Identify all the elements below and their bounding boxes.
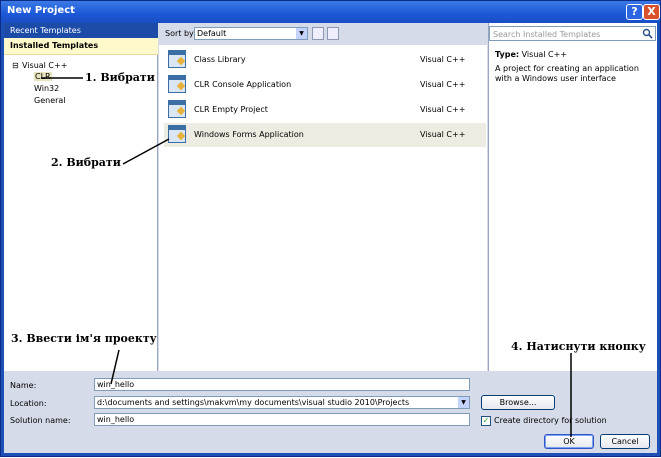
- search-input[interactable]: Search Installed Templates: [489, 26, 656, 41]
- recent-templates-header[interactable]: Recent Templates: [4, 23, 158, 38]
- name-label: Name:: [10, 381, 37, 390]
- template-language: Visual C++: [420, 80, 466, 89]
- sort-toolbar: Sort by: Default ▼: [159, 23, 487, 45]
- template-item-selected[interactable]: Windows Forms Application Visual C++: [164, 123, 486, 147]
- solution-name-field[interactable]: win_hello: [94, 413, 470, 426]
- help-button[interactable]: ?: [626, 4, 643, 20]
- annotation-step3: 3. Ввести ім'я проекту: [11, 332, 157, 345]
- tree-item-general[interactable]: General: [34, 96, 66, 105]
- search-placeholder: Search Installed Templates: [493, 30, 601, 39]
- template-description: A project for creating an application wi…: [495, 64, 639, 83]
- console-app-icon: [168, 75, 186, 93]
- create-directory-label: Create directory for solution: [494, 416, 607, 425]
- search-icon[interactable]: [642, 28, 653, 39]
- browse-button[interactable]: Browse...: [481, 395, 555, 410]
- template-item[interactable]: CLR Empty Project Visual C++: [164, 98, 486, 122]
- template-language: Visual C++: [420, 105, 466, 114]
- annotation-step2: 2. Вибрати: [51, 156, 121, 169]
- chevron-down-icon[interactable]: ▼: [458, 397, 469, 408]
- name-field[interactable]: win_hello: [94, 378, 470, 391]
- windows-forms-icon: [168, 125, 186, 143]
- location-label: Location:: [10, 399, 47, 408]
- sort-label: Sort by:: [165, 29, 196, 38]
- window-title: New Project: [7, 5, 75, 16]
- template-name: CLR Empty Project: [194, 105, 268, 114]
- new-project-dialog: New Project ? X Recent Templates Install…: [0, 0, 661, 457]
- tree-item-clr[interactable]: CLR: [34, 72, 52, 81]
- template-name: Windows Forms Application: [194, 130, 304, 139]
- grid-view-icon[interactable]: [327, 27, 339, 40]
- templates-list-panel: Sort by: Default ▼ Class Library Visual …: [159, 23, 487, 371]
- ok-button[interactable]: OK: [544, 434, 594, 449]
- type-row: Type: Visual C++: [495, 50, 567, 59]
- title-bar: New Project ? X: [1, 1, 660, 23]
- tree-item-win32[interactable]: Win32: [34, 84, 59, 93]
- template-language: Visual C++: [420, 55, 466, 64]
- template-item[interactable]: Class Library Visual C++: [164, 48, 486, 72]
- list-view-icon[interactable]: [312, 27, 324, 40]
- installed-templates-header[interactable]: Installed Templates: [4, 38, 158, 55]
- class-library-icon: [168, 50, 186, 68]
- annotation-step4: 4. Натиснути кнопку: [511, 340, 646, 353]
- template-name: Class Library: [194, 55, 246, 64]
- tree-item-visual-cpp[interactable]: Visual C++: [22, 61, 67, 70]
- annotation-step1: 1. Вибрати: [85, 71, 155, 84]
- sort-value: Default: [197, 29, 227, 38]
- template-details-panel: Search Installed Templates Type: Visual …: [488, 23, 657, 371]
- template-language: Visual C++: [420, 130, 466, 139]
- template-name: CLR Console Application: [194, 80, 292, 89]
- create-directory-checkbox[interactable]: ✓: [481, 416, 491, 426]
- chevron-down-icon[interactable]: ▼: [296, 28, 307, 39]
- collapse-icon[interactable]: ⊟: [12, 61, 19, 70]
- empty-project-icon: [168, 100, 186, 118]
- solution-name-label: Solution name:: [10, 416, 71, 425]
- location-value: d:\documents and settings\makvm\my docum…: [97, 398, 410, 407]
- type-value: Visual C++: [521, 50, 568, 59]
- cancel-button[interactable]: Cancel: [600, 434, 650, 449]
- type-label: Type:: [495, 50, 520, 59]
- close-button[interactable]: X: [643, 4, 660, 20]
- location-field[interactable]: d:\documents and settings\makvm\my docum…: [94, 396, 470, 409]
- sort-dropdown[interactable]: Default ▼: [194, 27, 308, 40]
- template-item[interactable]: CLR Console Application Visual C++: [164, 73, 486, 97]
